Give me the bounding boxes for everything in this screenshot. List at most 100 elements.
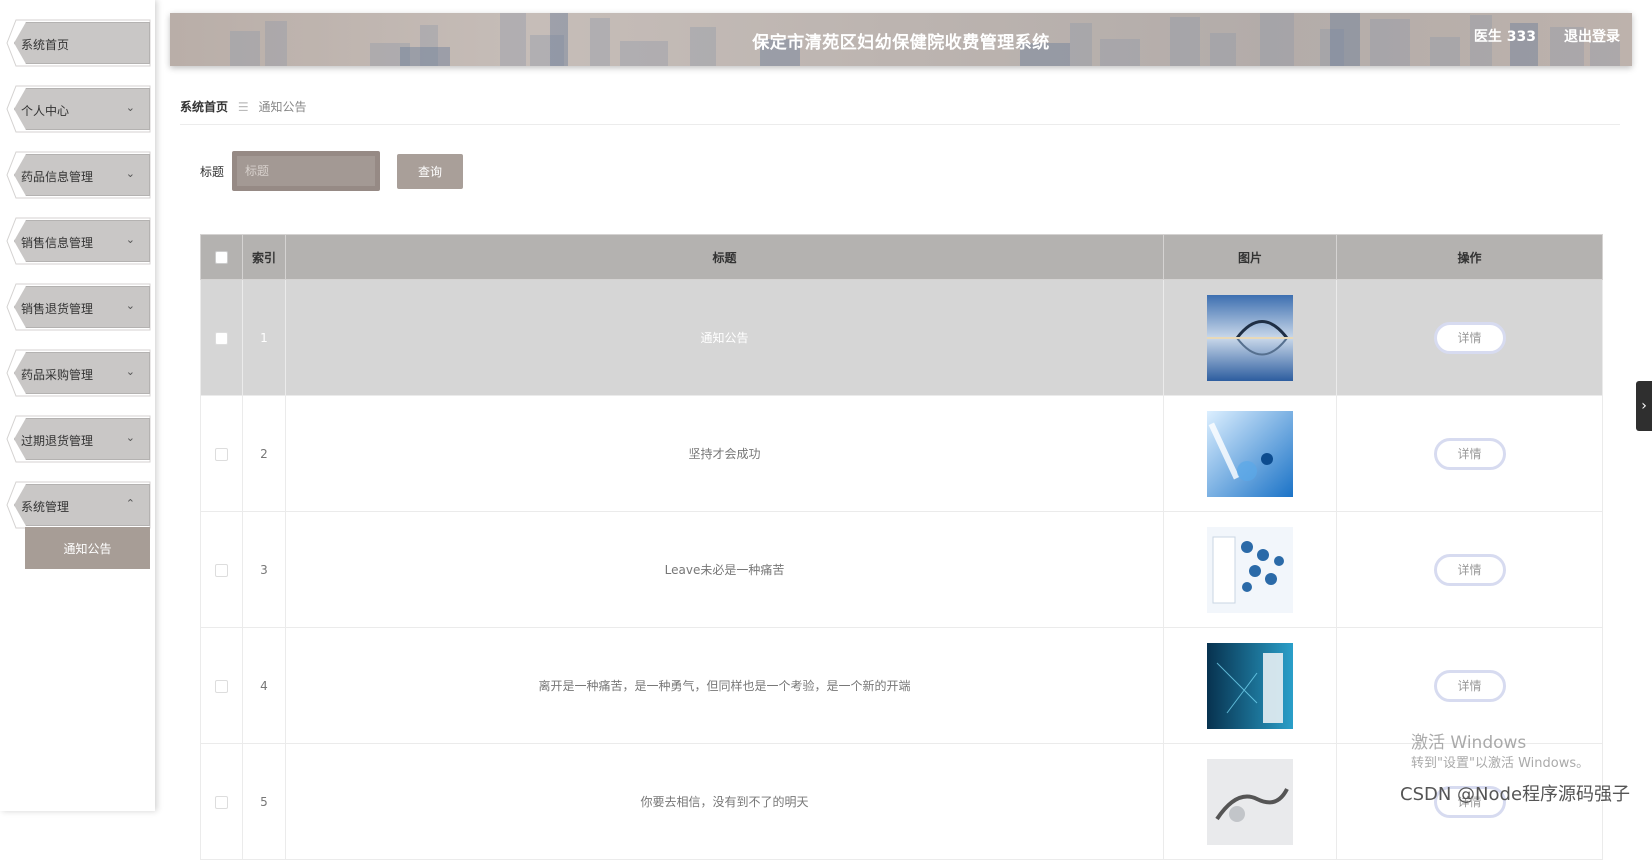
chevron-down-icon: ⌄ [125,167,135,180]
table-row[interactable]: 4 离开是一种痛苦，是一种勇气，但同样也是一个考验，是一个新的开端 详情 [200,627,1603,744]
sidebar-item-sales-return[interactable]: 销售退货管理 ⌄ [6,282,152,332]
search-input[interactable] [237,156,375,186]
row-actions: 详情 [1336,395,1603,512]
select-all-checkbox[interactable] [215,251,228,264]
select-all-cell [200,234,243,280]
row-thumbnail-image [1207,758,1293,845]
row-title: 通知公告 [285,279,1164,396]
row-index: 4 [242,627,286,744]
current-user: 医生 333 [1473,29,1536,45]
top-header: 保定市清苑区妇幼保健院收费管理系统 医生 333 退出登录 [170,13,1632,66]
search-button[interactable]: 查询 [397,154,463,189]
table-header-row: 索引 标题 图片 操作 [200,234,1603,280]
windows-activation-hint: 转到"设置"以激活 Windows。 [1411,756,1590,771]
sidebar-item-label: 系统管理 [21,500,70,514]
sidebar-item-system[interactable]: 系统管理 ⌃ [6,480,152,530]
row-select-cell [200,511,243,628]
row-checkbox[interactable] [215,331,228,345]
notice-table: 索引 标题 图片 操作 1 通知公告 详情 2 坚持才会成功 详情 3 Leave未必是一种痛… [200,234,1603,860]
row-actions: 详情 [1336,627,1603,744]
breadcrumb-separator-icon: ☰ [237,100,249,114]
table-row[interactable]: 2 坚持才会成功 详情 [200,395,1603,512]
sidebar-item-purchase[interactable]: 药品采购管理 ⌄ [6,348,152,398]
table-row[interactable]: 1 通知公告 详情 [200,279,1603,396]
table-row[interactable]: 3 Leave未必是一种痛苦 详情 [200,511,1603,628]
sidebar-item-expired-return[interactable]: 过期退货管理 ⌄ [6,414,152,464]
search-field-wrapper [232,151,380,191]
logout-link[interactable]: 退出登录 [1564,26,1620,46]
row-image-cell [1163,511,1337,628]
row-title: Leave未必是一种痛苦 [285,511,1164,628]
sidebar-subitem-notice[interactable]: 通知公告 [25,527,150,569]
row-image-cell [1163,279,1337,396]
row-title: 离开是一种痛苦，是一种勇气，但同样也是一个考验，是一个新的开端 [285,627,1164,744]
row-index: 3 [242,511,286,628]
row-index: 2 [242,395,286,512]
row-select-cell [200,279,243,396]
sidebar-item-label: 系统首页 [21,38,70,52]
column-header-index: 索引 [242,234,286,280]
row-actions: 详情 [1336,279,1603,396]
row-checkbox[interactable] [215,563,228,577]
chevron-down-icon: ⌄ [125,299,135,312]
menu-item-body: 系统首页 [14,22,150,64]
csdn-credit: CSDN @Node程序源码强子 [1400,784,1631,805]
detail-button[interactable]: 详情 [1433,437,1506,470]
row-checkbox[interactable] [215,679,228,693]
row-thumbnail-image [1207,642,1293,729]
side-panel-toggle[interactable]: › [1636,381,1652,431]
row-index: 1 [242,279,286,396]
row-select-cell [200,395,243,512]
menu-item-body: 销售退货管理 ⌄ [14,286,150,328]
sidebar-item-label: 销售信息管理 [21,236,94,250]
row-image-cell [1163,627,1337,744]
chevron-down-icon: ⌄ [125,431,135,444]
detail-button[interactable]: 详情 [1433,321,1506,354]
menu-item-body: 药品采购管理 ⌄ [14,352,150,394]
app-title: 保定市清苑区妇幼保健院收费管理系统 [752,33,1050,53]
row-select-cell [200,743,243,860]
sidebar-item-label: 药品采购管理 [21,368,94,382]
table-row[interactable]: 5 你要去相信，没有到不了的明天 详情 [200,743,1603,860]
row-thumbnail-image [1207,410,1293,497]
column-header-actions: 操作 [1336,234,1603,280]
row-image-cell [1163,743,1337,860]
detail-button[interactable]: 详情 [1433,669,1506,702]
breadcrumb-current: 通知公告 [258,100,307,114]
sidebar-item-label: 销售退货管理 [21,302,94,316]
sidebar: 系统首页 个人中心 ⌄ 药品信息管理 ⌄ 销售信息管理 ⌄ 销售退货管理 ⌄ 药品采购管理 ⌄ 过期退… [0,0,155,811]
sidebar-item-label: 个人中心 [21,104,70,118]
chevron-down-icon: ⌄ [125,101,135,114]
menu-item-body: 系统管理 ⌃ [14,484,150,526]
menu-item-body: 个人中心 ⌄ [14,88,150,130]
divider [180,124,1620,125]
menu-item-body: 销售信息管理 ⌄ [14,220,150,262]
chevron-up-icon: ⌃ [125,497,135,510]
sidebar-item-sales-info[interactable]: 销售信息管理 ⌄ [6,216,152,266]
row-title: 坚持才会成功 [285,395,1164,512]
row-checkbox[interactable] [215,447,228,461]
row-select-cell [200,627,243,744]
search-label: 标题 [200,165,225,179]
column-header-title: 标题 [285,234,1164,280]
menu-item-body: 药品信息管理 ⌄ [14,154,150,196]
row-index: 5 [242,743,286,860]
sidebar-item-medicine-info[interactable]: 药品信息管理 ⌄ [6,150,152,200]
chevron-down-icon: ⌄ [125,233,135,246]
row-thumbnail-image [1207,294,1293,381]
chevron-down-icon: ⌄ [125,365,135,378]
row-checkbox[interactable] [215,795,228,809]
breadcrumb-home[interactable]: 系统首页 [180,100,228,114]
windows-activation-title: 激活 Windows [1411,733,1527,753]
sidebar-item-label: 药品信息管理 [21,170,94,184]
menu-item-body: 过期退货管理 ⌄ [14,418,150,460]
row-title: 你要去相信，没有到不了的明天 [285,743,1164,860]
sidebar-item-profile[interactable]: 个人中心 ⌄ [6,84,152,134]
row-thumbnail-image [1207,526,1293,613]
row-image-cell [1163,395,1337,512]
sidebar-item-home[interactable]: 系统首页 [6,18,152,68]
row-actions: 详情 [1336,511,1603,628]
breadcrumb: 系统首页 ☰ 通知公告 [180,98,306,115]
column-header-image: 图片 [1163,234,1337,280]
detail-button[interactable]: 详情 [1433,553,1506,586]
